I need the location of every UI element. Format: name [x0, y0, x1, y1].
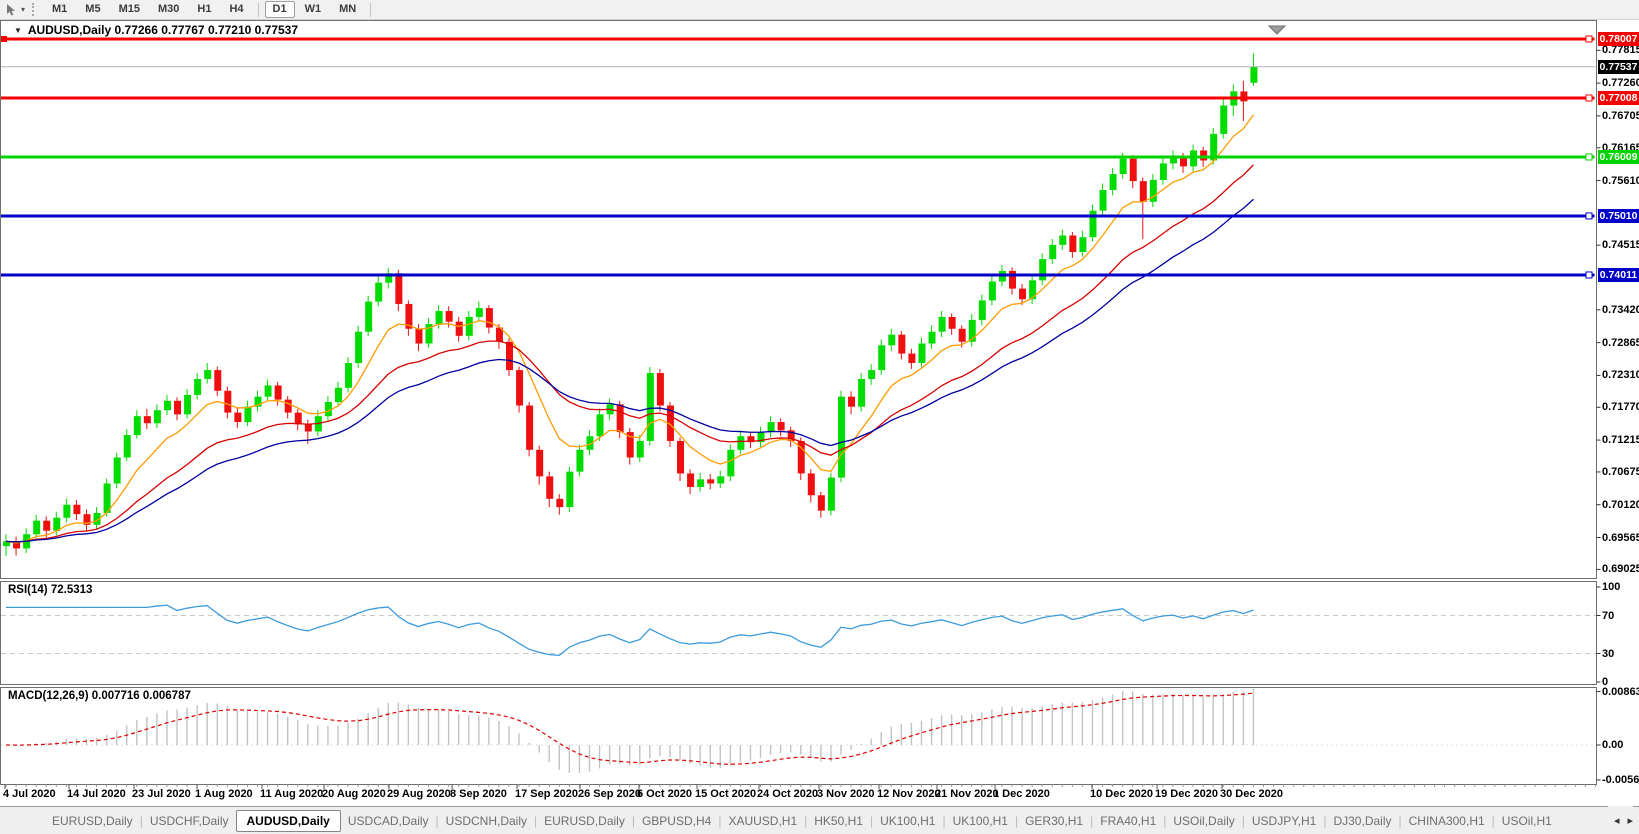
price-tick-label: 0.76705	[1602, 109, 1639, 122]
macd-scale-label: -0.005641	[1602, 773, 1639, 786]
price-tick-label: 0.71770	[1602, 401, 1639, 414]
chart-title: ▼ AUDUSD,Daily 0.77266 0.77767 0.77210 0…	[14, 23, 298, 37]
price-tick-label: 0.73420	[1602, 303, 1639, 316]
chart-tab-AUDUSD-Daily[interactable]: AUDUSD,Daily	[235, 809, 341, 832]
hline-handle[interactable]	[1585, 212, 1593, 220]
date-label: 23 Jul 2020	[132, 788, 191, 800]
chart-tab-USOil-H1[interactable]: USOil,H1	[1495, 810, 1559, 832]
tab-scroll-arrows: ◂ ▸	[1607, 806, 1633, 834]
chart-tab-UK100-H1[interactable]: UK100,H1	[946, 810, 1015, 832]
date-label: 19 Dec 2020	[1155, 788, 1218, 800]
date-label: 21 Nov 2020	[935, 788, 999, 800]
price-tick-label: 0.71215	[1602, 434, 1639, 447]
chart-tab-HK50-H1[interactable]: HK50,H1	[807, 810, 870, 832]
rsi-name: RSI(14)	[8, 584, 48, 596]
date-label: 12 Nov 2020	[877, 788, 941, 800]
chart-tab-DJ30-Daily[interactable]: DJ30,Daily	[1326, 810, 1398, 832]
chart-tab-EURUSD-Daily[interactable]: EURUSD,Daily	[537, 810, 632, 832]
chart-tab-USDJPY-H1[interactable]: USDJPY,H1	[1245, 810, 1323, 832]
date-label: 1 Dec 2020	[993, 788, 1050, 800]
chart-tab-UK100-H1[interactable]: UK100,H1	[873, 810, 942, 832]
chart-ohlc-values: 0.77266 0.77767 0.77210 0.77537	[114, 23, 299, 37]
chart-tab-USDCAD-Daily[interactable]: USDCAD,Daily	[341, 810, 436, 832]
date-label: 17 Sep 2020	[515, 788, 578, 800]
chart-tab-FRA40-H1[interactable]: FRA40,H1	[1093, 810, 1163, 832]
macd-label: MACD(12,26,9) 0.007716 0.006787	[8, 690, 191, 702]
chart-tab-EURUSD-Daily[interactable]: EURUSD,Daily	[45, 810, 140, 832]
date-label: 30 Dec 2020	[1220, 788, 1283, 800]
chart-tab-USDCHF-Daily[interactable]: USDCHF,Daily	[143, 810, 236, 832]
macd-main-value: 0.007716	[91, 690, 140, 702]
date-label: 10 Dec 2020	[1090, 788, 1153, 800]
price-badge-0.77008: 0.77008	[1598, 90, 1639, 105]
price-tick-label: 0.72865	[1602, 336, 1639, 349]
price-tick-label: 0.70675	[1602, 465, 1639, 478]
chart-canvas	[0, 20, 1601, 789]
date-label: 8 Sep 2020	[450, 788, 507, 800]
macd-scale-label: 0.008633	[1602, 685, 1639, 698]
hline-handle[interactable]	[1, 36, 7, 42]
chart-tab-GER30-H1[interactable]: GER30,H1	[1018, 810, 1090, 832]
date-label: 3 Nov 2020	[817, 788, 875, 800]
price-badge-0.78007: 0.78007	[1598, 32, 1639, 46]
price-badge-0.76009: 0.76009	[1598, 149, 1639, 164]
price-tick-label: 0.69025	[1602, 563, 1639, 576]
chart-tab-USOil-Daily[interactable]: USOil,Daily	[1166, 810, 1241, 832]
rsi-scale-label: 70	[1602, 609, 1615, 622]
price-tick-label: 0.74515	[1602, 239, 1639, 252]
collapse-arrow-icon[interactable]: ▼	[14, 26, 22, 35]
price-tick-label: 0.77260	[1602, 77, 1639, 90]
macd-scale-label: 0.00	[1602, 739, 1624, 751]
chart-tab-XAUUSD-H1[interactable]: XAUUSD,H1	[721, 810, 804, 832]
chart-tab-USDCNH-Daily[interactable]: USDCNH,Daily	[439, 810, 534, 832]
hline-handle[interactable]	[1585, 94, 1593, 102]
date-label: 1 Aug 2020	[195, 788, 253, 800]
chart-tab-CHINA300-H1[interactable]: CHINA300,H1	[1402, 810, 1492, 832]
price-badge-0.74011: 0.74011	[1598, 267, 1639, 282]
chart-symbol: AUDUSD,Daily	[27, 23, 112, 37]
rsi-label: RSI(14) 72.5313	[8, 584, 92, 596]
tab-scroll-right-icon[interactable]: ▸	[1627, 814, 1633, 827]
date-label: 20 Aug 2020	[322, 788, 386, 800]
macd-name: MACD(12,26,9)	[8, 690, 89, 702]
current-price-badge: 0.77537	[1598, 59, 1639, 74]
date-label: 11 Aug 2020	[260, 788, 324, 800]
date-label: 14 Jul 2020	[67, 788, 126, 800]
price-tick-label: 0.77815	[1602, 44, 1639, 57]
hline-handle[interactable]	[1585, 271, 1593, 279]
price-tick-label: 0.72310	[1602, 369, 1639, 382]
macd-signal-value: 0.006787	[142, 690, 191, 702]
rsi-scale-label: 30	[1602, 647, 1615, 660]
mt4-window: ▾ M1 M5 M15 M30 H1 H4 D1 W1 MN ▼ AUDUSD,Daily 0.…	[0, 0, 1639, 834]
main-pane	[0, 20, 1597, 579]
date-label: 4 Jul 2020	[3, 788, 56, 800]
date-label: 29 Aug 2020	[387, 788, 451, 800]
price-badge-0.75010: 0.75010	[1598, 208, 1639, 223]
chart-tab-bar: EURUSD,Daily | USDCHF,Daily AUDUSD,Daily USD…	[0, 806, 1639, 834]
price-tick-label: 0.69565	[1602, 531, 1639, 544]
price-tick-label: 0.75610	[1602, 174, 1639, 187]
rsi-value: 72.5313	[50, 584, 93, 596]
date-label: 24 Oct 2020	[757, 788, 819, 800]
hline-handle[interactable]	[1585, 35, 1593, 43]
price-tick-label: 0.70120	[1602, 498, 1639, 511]
hline-handle[interactable]	[1585, 153, 1593, 161]
tab-scroll-left-icon[interactable]: ◂	[1614, 814, 1620, 827]
date-label: 15 Oct 2020	[695, 788, 757, 800]
rsi-scale-label: 100	[1602, 581, 1621, 593]
rsi-pane	[0, 581, 1597, 685]
date-label: 6 Oct 2020	[637, 788, 693, 800]
macd-pane	[0, 687, 1597, 785]
chart-tab-GBPUSD-H4[interactable]: GBPUSD,H4	[635, 810, 718, 832]
date-label: 26 Sep 2020	[578, 788, 641, 800]
